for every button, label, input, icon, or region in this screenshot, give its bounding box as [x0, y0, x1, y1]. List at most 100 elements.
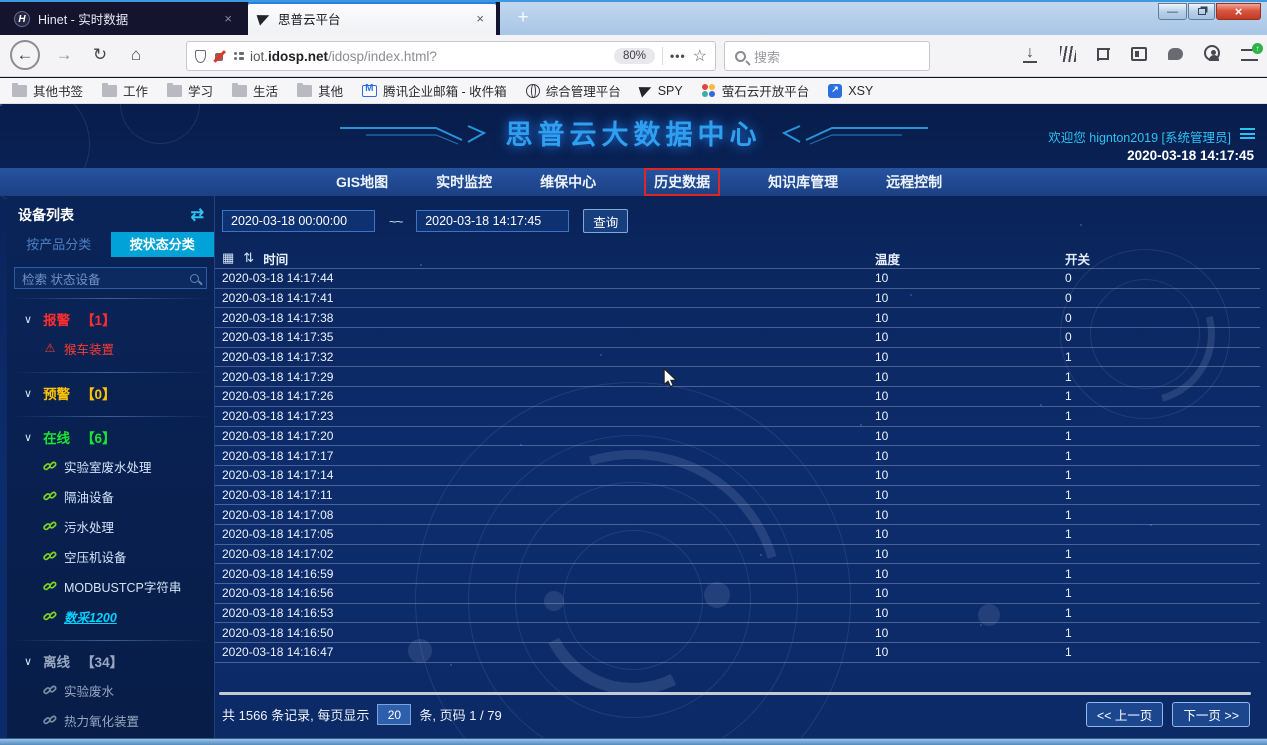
- zoom-level-badge[interactable]: 80%: [614, 48, 655, 64]
- sidebar-toggle-icon[interactable]: [1131, 47, 1147, 61]
- device-item[interactable]: MODBUSTCP字符串: [7, 571, 214, 601]
- table-row[interactable]: 2020-03-18 14:17:44 10 0: [215, 268, 1260, 288]
- table-row[interactable]: 2020-03-18 14:16:59 10 1: [215, 563, 1260, 583]
- window-close-button[interactable]: ×: [1216, 3, 1261, 20]
- bookmark-item[interactable]: 其他书签: [12, 81, 83, 100]
- chevron-down-icon[interactable]: ∨: [24, 387, 32, 400]
- chevron-down-icon[interactable]: ∨: [24, 313, 32, 326]
- browser-search-box[interactable]: 搜索: [724, 41, 930, 71]
- device-item[interactable]: 隔油设备: [7, 481, 214, 511]
- end-datetime-input[interactable]: 2020-03-18 14:17:45: [416, 210, 569, 232]
- device-group-header[interactable]: ∨ 报警 【1】: [7, 301, 214, 333]
- table-row[interactable]: 2020-03-18 14:17:23 10 1: [215, 406, 1260, 426]
- table-row[interactable]: 2020-03-18 14:17:05 10 1: [215, 524, 1260, 544]
- browser-tab-sipu[interactable]: 思普云平台 ×: [248, 2, 496, 35]
- reload-button[interactable]: ↻: [88, 45, 112, 65]
- device-item[interactable]: 热力氧化装置: [7, 705, 214, 735]
- page-size-input[interactable]: 20: [377, 704, 411, 725]
- back-button[interactable]: ←: [10, 40, 40, 70]
- nav-tab[interactable]: 实时监控: [436, 172, 492, 192]
- bookmark-item[interactable]: 生活: [232, 81, 278, 100]
- header-list-icon[interactable]: [1240, 128, 1255, 139]
- columns-grid-icon[interactable]: ▦: [222, 250, 234, 266]
- tab-close-icon[interactable]: ×: [474, 11, 486, 26]
- table-row[interactable]: 2020-03-18 14:17:35 10 0: [215, 327, 1260, 347]
- table-row[interactable]: 2020-03-18 14:16:56 10 1: [215, 583, 1260, 603]
- downloads-icon[interactable]: ↓: [1021, 44, 1039, 62]
- table-row[interactable]: 2020-03-18 14:16:53 10 1: [215, 603, 1260, 623]
- chevron-down-icon[interactable]: ∨: [24, 655, 32, 668]
- bookmark-item[interactable]: 工作: [102, 81, 148, 100]
- screenshot-icon[interactable]: [1097, 48, 1110, 61]
- prev-page-button[interactable]: << 上一页: [1086, 702, 1164, 727]
- tab-by-status[interactable]: 按状态分类: [111, 232, 215, 257]
- table-row[interactable]: 2020-03-18 14:17:11 10 1: [215, 485, 1260, 505]
- table-row[interactable]: 2020-03-18 14:17:41 10 0: [215, 288, 1260, 308]
- nav-tab[interactable]: 历史数据: [644, 168, 720, 196]
- new-tab-button[interactable]: +: [510, 6, 536, 30]
- window-restore-button[interactable]: [1188, 3, 1215, 20]
- swap-icon[interactable]: ⇄: [191, 205, 204, 225]
- device-item[interactable]: 污水处理: [7, 511, 214, 541]
- search-icon[interactable]: [190, 274, 199, 283]
- browser-tab-hinet[interactable]: H Hinet - 实时数据 ×: [4, 2, 244, 35]
- device-search-input[interactable]: 检索 状态设备: [14, 267, 207, 289]
- globe-icon: [526, 84, 540, 98]
- bookmark-item[interactable]: 萤石云开放平台: [702, 81, 810, 100]
- table-row[interactable]: 2020-03-18 14:17:14 10 1: [215, 465, 1260, 485]
- nav-tab[interactable]: 远程控制: [886, 172, 942, 192]
- horizontal-scrollbar[interactable]: [219, 692, 1251, 695]
- table-row[interactable]: 2020-03-18 14:17:08 10 1: [215, 504, 1260, 524]
- tab-by-product[interactable]: 按产品分类: [7, 232, 111, 257]
- bookmark-item[interactable]: 腾讯企业邮箱 - 收件箱: [362, 81, 507, 100]
- plugin-blocked-icon[interactable]: [213, 50, 226, 63]
- url-bar[interactable]: iot.idosp.net/idosp/index.html? 80% ••• …: [186, 41, 716, 71]
- bookmark-item[interactable]: 综合管理平台: [526, 81, 621, 100]
- table-row[interactable]: 2020-03-18 14:17:17 10 1: [215, 445, 1260, 465]
- table-row[interactable]: 2020-03-18 14:17:29 10 1: [215, 366, 1260, 386]
- nav-tab[interactable]: 维保中心: [540, 172, 596, 192]
- table-row[interactable]: 2020-03-18 14:17:26 10 1: [215, 386, 1260, 406]
- device-group-header[interactable]: ∨ 预警 【0】: [7, 375, 214, 407]
- table-row[interactable]: 2020-03-18 14:17:32 10 1: [215, 347, 1260, 367]
- tracking-shield-icon[interactable]: [195, 50, 206, 63]
- bookmark-item[interactable]: XSY: [828, 84, 873, 98]
- bookmark-star-icon[interactable]: ☆: [693, 46, 707, 66]
- device-group-header[interactable]: ∨ 在线 【6】: [7, 419, 214, 451]
- folder-icon: [167, 85, 182, 97]
- table-row[interactable]: 2020-03-18 14:16:50 10 1: [215, 622, 1260, 642]
- window-minimize-button[interactable]: —: [1158, 3, 1187, 20]
- device-item[interactable]: 数采1200: [7, 601, 214, 631]
- query-button[interactable]: 查询: [583, 209, 628, 233]
- table-row[interactable]: 2020-03-18 14:17:38 10 0: [215, 307, 1260, 327]
- window-bottom-border: [0, 738, 1267, 745]
- nav-tab[interactable]: GIS地图: [336, 172, 388, 192]
- table-row[interactable]: 2020-03-18 14:17:20 10 1: [215, 426, 1260, 446]
- url-text[interactable]: iot.idosp.net/idosp/index.html?: [250, 49, 607, 64]
- start-datetime-input[interactable]: 2020-03-18 00:00:00: [222, 210, 375, 232]
- range-separator: ~~: [389, 214, 402, 229]
- table-row[interactable]: 2020-03-18 14:17:02 10 1: [215, 544, 1260, 564]
- sort-icon[interactable]: ⇅: [243, 250, 254, 266]
- table-row[interactable]: 2020-03-18 14:16:47 10 1: [215, 642, 1260, 662]
- library-icon[interactable]: [1060, 46, 1076, 62]
- bookmark-item[interactable]: 学习: [167, 81, 213, 100]
- home-button[interactable]: ⌂: [124, 45, 148, 65]
- device-group-header[interactable]: ∨ 离线 【34】: [7, 643, 214, 675]
- tab-close-icon[interactable]: ×: [222, 11, 234, 26]
- next-page-button[interactable]: 下一页 >>: [1172, 702, 1250, 727]
- device-item[interactable]: ⚠ 猴车装置: [7, 333, 214, 363]
- account-icon[interactable]: [1204, 45, 1220, 61]
- device-item[interactable]: 实验废水: [7, 675, 214, 705]
- page-actions-icon[interactable]: •••: [670, 49, 686, 63]
- nav-tab[interactable]: 知识库管理: [768, 172, 838, 192]
- bookmark-item[interactable]: 其他: [297, 81, 343, 100]
- device-item[interactable]: 空压机设备: [7, 541, 214, 571]
- permissions-icon[interactable]: [233, 50, 243, 62]
- forward-button[interactable]: →: [52, 45, 76, 65]
- chevron-down-icon[interactable]: ∨: [24, 431, 32, 444]
- hamburger-menu-icon[interactable]: [1241, 49, 1257, 61]
- device-item[interactable]: 实验室废水处理: [7, 451, 214, 481]
- messages-icon[interactable]: [1168, 48, 1183, 60]
- bookmark-item[interactable]: SPY: [640, 84, 683, 98]
